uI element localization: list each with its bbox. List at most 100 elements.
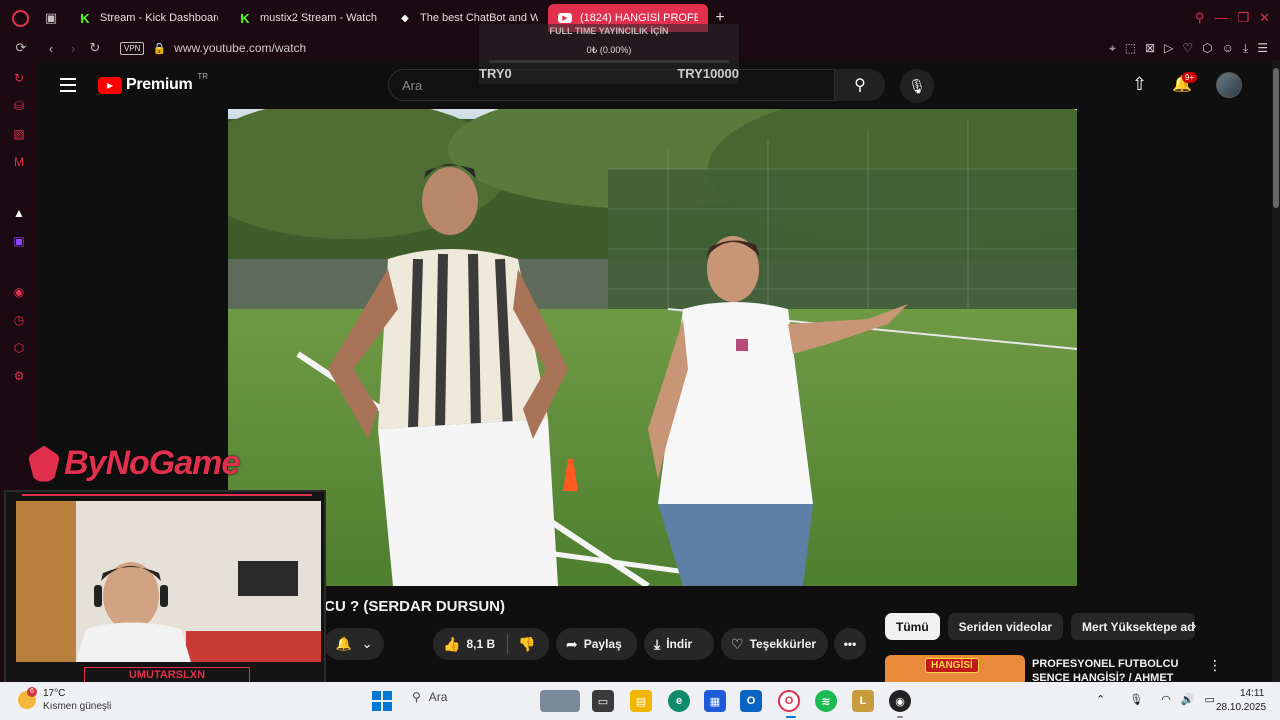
search-icon: ⚲ xyxy=(412,690,421,704)
share-icon: ➦ xyxy=(566,635,578,652)
obs-icon[interactable]: ◉ xyxy=(889,690,911,712)
recommendation-title[interactable]: PROFESYONEL FUTBOLCU SENCE HANGİSİ? / AH… xyxy=(1032,657,1202,682)
vpn-badge[interactable]: VPN xyxy=(120,41,145,55)
taskbar-search[interactable]: ⚲ Ara xyxy=(412,690,447,704)
chip-all[interactable]: Tümü xyxy=(885,613,940,640)
back-icon[interactable]: ‹ xyxy=(40,41,62,56)
bynogame-mark-icon xyxy=(28,445,60,482)
gmail-icon[interactable]: M xyxy=(11,154,27,169)
task-view-icon[interactable]: ▭ xyxy=(592,690,614,712)
tab-menu-icon[interactable]: ▣ xyxy=(40,7,62,29)
kick-icon: K xyxy=(240,10,250,26)
snapshot-icon[interactable]: ⬚ xyxy=(1125,41,1136,56)
voice-search-button[interactable]: 🎙 xyxy=(900,69,934,103)
aria-icon[interactable]: ↻ xyxy=(11,70,27,85)
avatar[interactable] xyxy=(1216,72,1242,98)
menu-icon[interactable] xyxy=(60,78,76,92)
extensions-icon[interactable]: ⬡ xyxy=(1202,41,1212,56)
outlook-icon[interactable]: O xyxy=(740,690,762,712)
spotify-icon[interactable]: ≋ xyxy=(815,690,837,712)
brand-name: ByNoGame xyxy=(64,444,240,482)
tab-kick-watch[interactable]: K mustix2 Stream - Watch L xyxy=(228,4,388,32)
more-vertical-icon[interactable]: ⋮ xyxy=(1208,657,1222,674)
more-actions-button[interactable]: ••• xyxy=(834,628,866,660)
system-tray: ⌃ 🎙 ◠ 🔊 ▭ xyxy=(1096,693,1215,706)
aria-ai-icon[interactable]: ▲ xyxy=(11,205,27,220)
player-icon[interactable]: ▷ xyxy=(1164,41,1173,56)
opera-logo-icon[interactable] xyxy=(0,0,40,36)
country-code: TR xyxy=(197,72,209,81)
reload-icon[interactable]: ↻ xyxy=(84,40,106,56)
goal-title: FULL TIME YAYINCILIK İÇİN xyxy=(549,26,669,36)
youtube-logo[interactable]: ▶ Premium TR xyxy=(98,72,208,94)
forward-icon[interactable]: › xyxy=(62,41,84,56)
twitch-icon[interactable]: ▣ xyxy=(11,233,27,248)
streamer-name: UMUTARSLXN xyxy=(84,667,250,683)
settings-icon[interactable]: ⚙ xyxy=(11,368,27,383)
widgets-icon[interactable] xyxy=(540,690,580,712)
share-label: Paylaş xyxy=(583,637,622,651)
search-tabs-icon[interactable]: ⚲ xyxy=(1195,10,1205,26)
chip-channel[interactable]: Mert Yüksektepe adlı xyxy=(1071,613,1196,640)
weather-temperature[interactable]: 17°C xyxy=(43,688,65,699)
video-player[interactable] xyxy=(228,109,1077,586)
lock-icon[interactable]: 🔒 xyxy=(152,42,166,55)
wifi-icon[interactable]: ◠ xyxy=(1161,693,1171,706)
player-circle-icon[interactable]: ◉ xyxy=(11,284,27,299)
weather-badge: 6 xyxy=(27,687,37,697)
volume-icon[interactable]: 🔊 xyxy=(1181,693,1195,706)
chevron-up-icon[interactable]: ⌃ xyxy=(1096,693,1105,706)
heart-icon[interactable]: ♡ xyxy=(1182,41,1193,56)
chevron-right-icon[interactable]: › xyxy=(1192,618,1196,633)
profile-icon[interactable]: ☺ xyxy=(1222,41,1234,56)
tab-title: The best ChatBot and Wi xyxy=(420,12,538,24)
url-field[interactable]: www.youtube.com/watch xyxy=(174,41,306,55)
thanks-button[interactable]: ♡ Teşekkürler xyxy=(721,628,828,660)
close-icon[interactable]: ✕ xyxy=(1259,10,1270,26)
thumbs-up-icon[interactable]: 👍 xyxy=(443,636,460,653)
video-title: LCU ? (SERDAR DURSUN) xyxy=(315,598,505,615)
like-count: 8,1 B xyxy=(466,637,496,651)
clock-date[interactable]: 28.10.2025 xyxy=(1216,702,1266,713)
microphone-tray-icon[interactable]: 🎙 xyxy=(1129,693,1143,706)
pin-icon[interactable]: ⌖ xyxy=(1109,41,1116,56)
video-frame-image xyxy=(228,109,1077,586)
chip-series[interactable]: Seriden videolar xyxy=(947,613,1064,640)
clock-time[interactable]: 14:11 xyxy=(1240,688,1264,699)
subscription-bell-button[interactable]: 🔔 ⌄ xyxy=(324,628,384,660)
super-thanks-icon: ♡ xyxy=(731,635,744,652)
adblock-icon[interactable]: ⊠ xyxy=(1145,41,1155,56)
download-icon[interactable]: ⤓ xyxy=(1243,41,1248,56)
tab-kick-dashboard[interactable]: K Stream - Kick Dashboard xyxy=(68,4,228,32)
page-scrollbar[interactable] xyxy=(1272,60,1280,682)
opera-taskbar-icon[interactable]: O xyxy=(778,690,800,712)
edge-icon[interactable]: e xyxy=(668,690,690,712)
extensions-sidebar-icon[interactable]: ⬡ xyxy=(11,340,27,355)
recommendation-thumbnail[interactable]: HANGİSİ xyxy=(885,655,1025,682)
player-sidebar-icon[interactable]: ▧ xyxy=(11,126,27,141)
league-icon[interactable]: L xyxy=(852,690,874,712)
thumbs-down-icon[interactable]: 👎 xyxy=(518,636,535,653)
search-button[interactable]: ⚲ xyxy=(835,69,885,101)
store-icon[interactable]: ▦ xyxy=(704,690,726,712)
download-button[interactable]: ⤓ İndir xyxy=(644,628,714,660)
webcam-frame: UMUTARSLXN xyxy=(4,490,326,688)
crypto-wallet-icon[interactable]: ⛁ xyxy=(11,98,27,113)
battery-icon[interactable]: ▭ xyxy=(1205,693,1215,706)
file-explorer-icon[interactable]: ▤ xyxy=(630,690,652,712)
tab-title: mustix2 Stream - Watch L xyxy=(260,12,378,24)
screen: ▣ K Stream - Kick Dashboard K mustix2 St… xyxy=(0,0,1280,720)
upload-icon[interactable]: ⇧ xyxy=(1132,74,1147,95)
share-button[interactable]: ➦ Paylaş xyxy=(556,628,637,660)
weather-description[interactable]: Kısmen güneşli xyxy=(43,701,111,712)
history-icon[interactable]: ◷ xyxy=(11,312,27,327)
like-dislike-button[interactable]: 👍 8,1 B 👎 xyxy=(433,628,549,660)
search-icon: ⚲ xyxy=(854,77,866,94)
maximize-icon[interactable]: ❐ xyxy=(1237,10,1249,26)
windows-start-icon[interactable] xyxy=(372,691,392,711)
notifications-badge: 9+ xyxy=(1182,72,1198,83)
easy-setup-icon[interactable]: ☰ xyxy=(1257,41,1268,56)
minimize-icon[interactable]: — xyxy=(1214,10,1227,26)
sync-icon[interactable]: ⟳ xyxy=(10,40,32,56)
youtube-play-icon: ▶ xyxy=(98,76,122,94)
